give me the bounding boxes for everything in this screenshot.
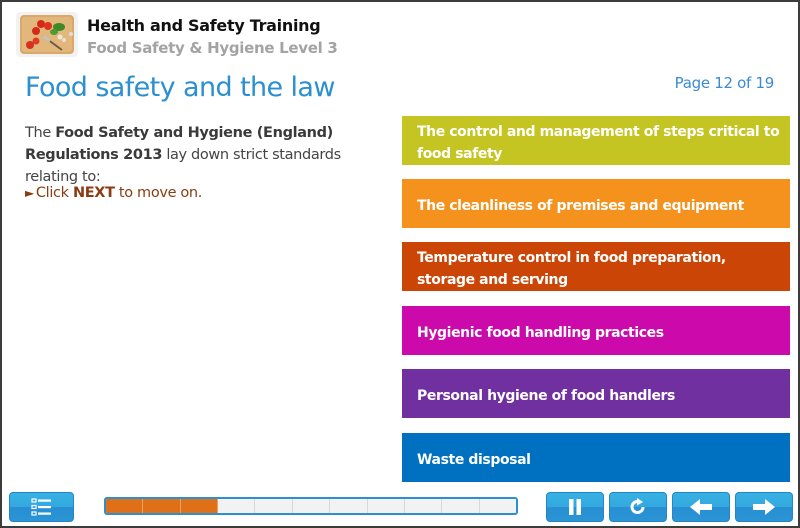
- progress-segment-complete: [180, 499, 219, 513]
- arrow-left-icon: [690, 499, 712, 515]
- standard-label: The control and management of steps crit…: [417, 123, 780, 162]
- next-button[interactable]: [735, 492, 793, 522]
- standard-label: Temperature control in food preparation,…: [417, 249, 726, 288]
- replay-button[interactable]: [609, 492, 667, 522]
- progress-bar: [104, 497, 518, 515]
- page-counter: Page 12 of 19: [674, 74, 775, 92]
- standard-label: Waste disposal: [417, 451, 531, 468]
- play-arrow-icon: ►: [25, 186, 34, 200]
- course-title: Food Safety & Hygiene Level 3: [87, 39, 338, 57]
- menu-button[interactable]: [9, 492, 74, 522]
- standard-item: Temperature control in food preparation,…: [402, 242, 790, 291]
- progress-segment-remaining: [292, 499, 331, 513]
- standard-label: Hygienic food handling practices: [417, 324, 664, 341]
- progress-segment-remaining: [218, 499, 256, 513]
- page-title: Food safety and the law: [25, 72, 335, 103]
- progress-segment-remaining: [404, 499, 443, 513]
- standard-item: Waste disposal: [402, 433, 790, 482]
- standard-item: Personal hygiene of food handlers: [402, 369, 790, 418]
- progress-segment-remaining: [367, 499, 405, 513]
- instruction-next-keyword: NEXT: [72, 185, 115, 201]
- standard-item: The control and management of steps crit…: [402, 116, 790, 165]
- pause-button[interactable]: [546, 492, 604, 522]
- instruction-prefix: Click: [35, 185, 73, 201]
- arrow-right-icon: [753, 499, 775, 515]
- cutting-board-icon: [20, 15, 74, 54]
- progress-segment-complete: [143, 499, 181, 513]
- progress-segment-remaining: [255, 499, 293, 513]
- standard-item: Hygienic food handling practices: [402, 306, 790, 355]
- intro-text: The Food Safety and Hygiene (England) Re…: [25, 122, 390, 188]
- back-button[interactable]: [672, 492, 730, 522]
- progress-segment-remaining: [442, 499, 480, 513]
- instruction-text: ► Click NEXT to move on.: [25, 185, 202, 201]
- menu-list-icon: [30, 498, 51, 516]
- standard-label: The cleanliness of premises and equipmen…: [417, 197, 744, 214]
- standard-label: Personal hygiene of food handlers: [417, 387, 675, 404]
- app-title: Health and Safety Training: [87, 16, 321, 35]
- instruction-suffix: to move on.: [114, 185, 203, 201]
- course-logo: [16, 12, 78, 57]
- replay-icon: [630, 498, 645, 514]
- standard-item: The cleanliness of premises and equipmen…: [402, 179, 790, 228]
- progress-segment-complete: [106, 499, 144, 513]
- intro-prefix: The: [25, 125, 56, 141]
- course-player-frame: Health and Safety Training Food Safety &…: [0, 0, 800, 528]
- pause-icon: [569, 499, 581, 515]
- progress-segment-remaining: [479, 499, 516, 513]
- progress-segment-remaining: [330, 499, 368, 513]
